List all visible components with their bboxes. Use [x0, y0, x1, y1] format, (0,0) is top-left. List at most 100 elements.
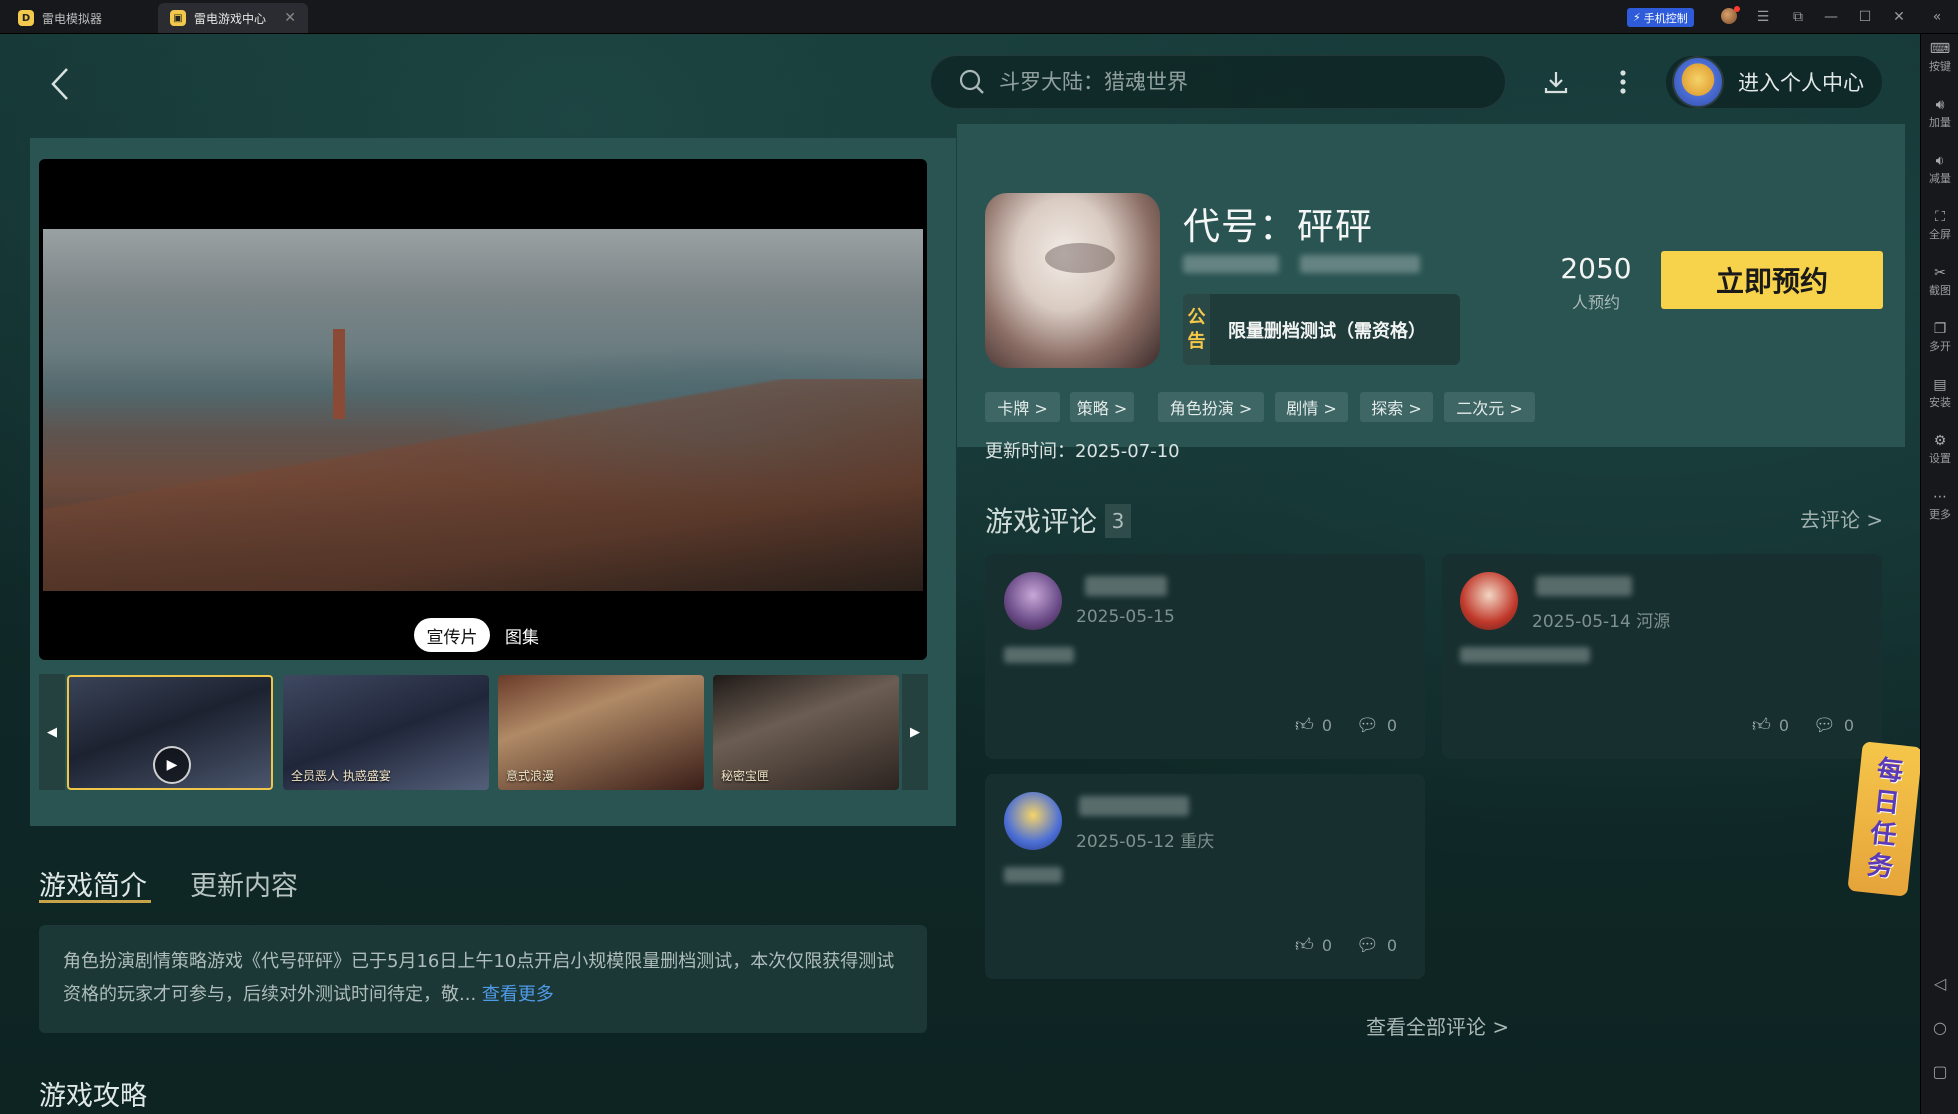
tag-story[interactable]: 剧情 > — [1275, 392, 1348, 422]
volume-up-icon: 🔊︎ — [1935, 97, 1945, 113]
download-button[interactable] — [1536, 62, 1576, 102]
like-icon: 👍︎ — [1295, 715, 1314, 736]
tag-strategy[interactable]: 策略 > — [1070, 392, 1134, 422]
avatar — [1004, 792, 1062, 850]
collapse-sidebar-icon[interactable]: « — [1926, 6, 1948, 28]
avatar — [1004, 572, 1062, 630]
like-icon: 👍︎ — [1752, 715, 1771, 736]
android-recents-icon[interactable]: ▢ — [1921, 1062, 1958, 1081]
comments-title: 游戏评论 — [985, 505, 1098, 538]
thumbnail[interactable]: 全员恶人 执惑盛宴 — [283, 675, 489, 790]
window-pin-icon[interactable]: ⧉ — [1787, 6, 1809, 28]
blurred-comment — [1004, 867, 1062, 883]
update-time: 更新时间：2025-07-10 — [985, 441, 1180, 462]
tag-explore[interactable]: 探索 > — [1360, 392, 1433, 422]
tab-promo-video[interactable]: 宣传片 — [414, 618, 490, 652]
toolbar-volume-up[interactable]: 🔊︎ 加量 — [1921, 96, 1958, 130]
maximize-icon[interactable]: ☐ — [1854, 6, 1876, 28]
comment-card[interactable]: 2025-05-14 河源 👍︎ 0 💬︎ 0 — [1442, 554, 1882, 759]
emulator-toolbar: ⌨ 按键 🔊︎ 加量 🔉︎ 减量 ⛶ 全屏 ✂ 截图 ❐ 多开 ▤ 安装 ⚙ 设置 ⋯ 更多 ◁ … — [1920, 34, 1958, 1114]
apk-icon: ▤ — [1933, 377, 1947, 393]
search-icon — [959, 69, 984, 94]
back-arrow-icon — [51, 68, 68, 100]
close-tab-icon[interactable]: ✕ — [284, 10, 296, 26]
thumbnail[interactable]: 秘密宝匣 — [713, 675, 899, 790]
thumbs-prev-button[interactable]: ◀ — [39, 674, 65, 790]
toolbar-keymap[interactable]: ⌨ 按键 — [1921, 40, 1958, 74]
tab-emulator[interactable]: D 雷电模拟器 — [6, 3, 156, 33]
toolbar-install[interactable]: ▤ 安装 — [1921, 376, 1958, 410]
keyboard-icon: ⌨ — [1929, 41, 1951, 57]
tab-game-center[interactable]: ▣ 雷电游戏中心 ✕ — [158, 3, 308, 33]
close-window-icon[interactable]: ✕ — [1888, 6, 1910, 28]
tag-anime[interactable]: 二次元 > — [1444, 392, 1535, 422]
reserve-button[interactable]: 立即预约 — [1661, 251, 1883, 309]
blurred-username — [1079, 796, 1189, 816]
active-tab-underline — [39, 900, 151, 903]
blurred-publisher — [1300, 255, 1420, 273]
game-title: 代号：砰砰 — [1183, 205, 1373, 248]
tab-label: 雷电模拟器 — [42, 11, 103, 26]
game-icon — [985, 193, 1160, 368]
tab-game-intro[interactable]: 游戏简介 — [39, 864, 147, 903]
blurred-comment — [1460, 647, 1590, 663]
android-home-icon[interactable]: ○ — [1921, 1018, 1958, 1037]
android-back-icon[interactable]: ◁ — [1921, 974, 1958, 993]
more-icon: ⋯ — [1933, 489, 1947, 505]
caret-right-icon: ▶ — [910, 724, 920, 740]
comment-card[interactable]: 2025-05-12 重庆 👍︎ 0 💬︎ 0 — [985, 774, 1425, 979]
notice-banner[interactable]: 公 告 限量删档测试（需资格） — [1183, 294, 1460, 365]
video-frame — [43, 229, 923, 591]
tab-update-content[interactable]: 更新内容 — [190, 864, 298, 903]
see-more-link[interactable]: 查看更多 — [482, 984, 554, 1005]
fullscreen-icon: ⛶ — [1935, 209, 1945, 225]
comment-card[interactable]: 2025-05-15 👍︎ 0 💬︎ 0 — [985, 554, 1425, 759]
gear-icon: ⚙ — [1933, 433, 1947, 449]
comments-count: 3 — [1105, 504, 1131, 538]
write-comment-link[interactable]: 去评论 > — [1800, 504, 1883, 533]
video-player[interactable] — [39, 159, 927, 660]
minimize-icon[interactable]: — — [1820, 6, 1842, 28]
tag-rpg[interactable]: 角色扮演 > — [1158, 392, 1264, 422]
blurred-username — [1536, 576, 1632, 596]
comment-icon: 💬︎ — [1813, 714, 1836, 736]
blurred-username — [1085, 576, 1167, 596]
view-all-comments-link[interactable]: 查看全部评论 > — [1366, 1011, 1509, 1040]
toolbar-fullscreen[interactable]: ⛶ 全屏 — [1921, 208, 1958, 242]
like-icon: 👍︎ — [1295, 935, 1314, 956]
thumbs-next-button[interactable]: ▶ — [902, 674, 928, 790]
user-center-button[interactable]: 进入个人中心 — [1666, 56, 1882, 108]
window-titlebar: D 雷电模拟器 ▣ 雷电游戏中心 ✕ ⚡ 手机控制 ☰ ⧉ — ☐ ✕ « — [0, 0, 1958, 34]
tag-card[interactable]: 卡牌 > — [985, 392, 1060, 422]
download-icon — [1544, 72, 1568, 94]
thumbnail[interactable]: 意式浪漫 — [498, 675, 704, 790]
back-button[interactable] — [45, 64, 75, 104]
blurred-developer — [1183, 255, 1279, 273]
toolbar-volume-down[interactable]: 🔉︎ 减量 — [1921, 152, 1958, 186]
comment-icon: 💬︎ — [1356, 934, 1379, 956]
game-center-main: 进入个人中心 宣传片 图集 ◀ ▶ 全员恶人 执惑盛宴 意式浪漫 秘密宝匣 ▶ … — [0, 34, 1920, 1114]
lightning-icon: ⚡ — [1633, 11, 1641, 24]
more-options-button[interactable] — [1603, 62, 1643, 102]
emulator-logo-icon: D — [18, 10, 34, 26]
account-avatar[interactable] — [1721, 6, 1740, 24]
toolbar-more[interactable]: ⋯ 更多 — [1921, 488, 1958, 522]
toolbar-multi-instance[interactable]: ❐ 多开 — [1921, 320, 1958, 354]
scissors-icon: ✂ — [1934, 265, 1946, 281]
tab-label: 雷电游戏中心 — [194, 11, 267, 26]
volume-down-icon: 🔉︎ — [1935, 153, 1945, 169]
comment-icon: 💬︎ — [1356, 714, 1379, 736]
menu-icon[interactable]: ☰ — [1752, 6, 1774, 28]
notice-tag: 公 告 — [1183, 294, 1210, 365]
reserve-count-label: 人预约 — [1571, 293, 1620, 312]
tab-gallery[interactable]: 图集 — [496, 618, 548, 652]
reserve-count: 2050 — [1560, 252, 1632, 285]
play-icon[interactable]: ▶ — [153, 746, 191, 784]
toolbar-screenshot[interactable]: ✂ 截图 — [1921, 264, 1958, 298]
phone-control-button[interactable]: ⚡ 手机控制 — [1627, 8, 1694, 27]
search-input[interactable] — [999, 70, 1459, 94]
search-bar[interactable] — [930, 55, 1506, 109]
section-title-guides: 游戏攻略 — [39, 1081, 147, 1112]
toolbar-settings[interactable]: ⚙ 设置 — [1921, 432, 1958, 466]
game-intro-text: 角色扮演剧情策略游戏《代号砰砰》已于5月16日上午10点开启小规模限量删档测试，… — [39, 925, 927, 1033]
